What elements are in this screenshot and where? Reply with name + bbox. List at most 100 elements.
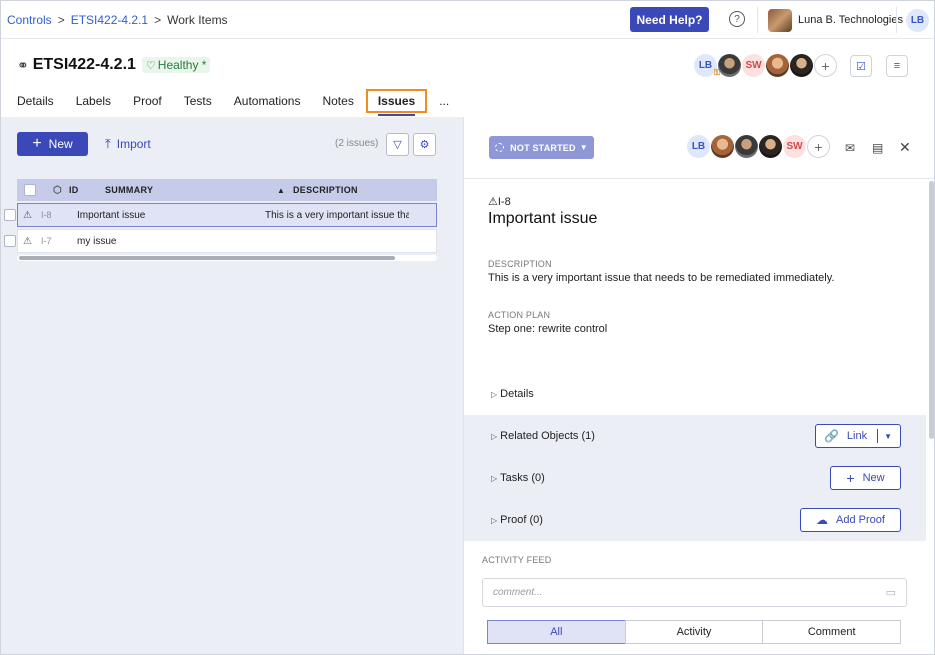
filter-comment[interactable]: Comment	[762, 620, 902, 644]
filter-activity[interactable]: Activity	[624, 620, 764, 644]
link-button[interactable]: 🔗 Link ▼	[815, 424, 901, 448]
rss-icon[interactable]: ≡	[886, 55, 908, 77]
breadcrumb-controls[interactable]: Controls	[7, 13, 52, 27]
section-label: Proof (0)	[500, 514, 543, 526]
control-assignees: LB ⚿ SW +	[694, 54, 838, 77]
divider	[877, 429, 879, 443]
status-dropdown[interactable]: NOT STARTED ▼	[489, 136, 594, 159]
issue-detail-pane: NOT STARTED ▼ LB SW + ✉ ▤ ✕ ⚠I-8 Importa…	[464, 117, 934, 654]
details-section[interactable]: ▷ Details	[464, 373, 926, 415]
tab-proof[interactable]: Proof	[133, 94, 162, 108]
proof-section[interactable]: ▷ Proof (0) ☁ Add Proof	[464, 499, 926, 541]
question-icon[interactable]: ?	[729, 11, 745, 27]
tab-bar: Details Labels Proof Tests Automations N…	[17, 89, 471, 116]
comment-placeholder: comment...	[493, 587, 543, 598]
new-issue-label: New	[48, 137, 73, 151]
import-button[interactable]: ⤒ Import	[105, 136, 151, 152]
tab-notes[interactable]: Notes	[322, 94, 353, 108]
breadcrumb-control[interactable]: ETSI422-4.2.1	[71, 13, 148, 27]
user-avatar[interactable]: LB	[906, 9, 929, 32]
tab-more[interactable]: ...	[439, 94, 449, 108]
section-label: Tasks (0)	[500, 472, 545, 484]
filter-all[interactable]: All	[487, 620, 626, 644]
column-header-id[interactable]: ID	[69, 185, 79, 195]
cloud-upload-icon: ☁	[816, 513, 829, 527]
calendar-check-icon[interactable]: ☑	[850, 55, 872, 77]
status-label: NOT STARTED	[510, 142, 576, 153]
chevron-right-icon: ▷	[491, 431, 498, 441]
org-name[interactable]: Luna B. Technologies	[798, 14, 903, 26]
comment-input[interactable]: comment... ▭	[482, 578, 907, 607]
avatar[interactable]	[790, 54, 813, 77]
chevron-down-icon[interactable]: ▼	[884, 432, 892, 441]
table-row[interactable]: ⚠ I-8 Important issue This is a very imp…	[4, 203, 437, 227]
tab-issues[interactable]: Issues	[365, 89, 428, 116]
activity-filter: All Activity Comment	[487, 620, 902, 644]
avatar[interactable]: LB ⚿	[694, 54, 720, 77]
select-all-checkbox[interactable]	[24, 184, 36, 196]
avatar[interactable]: SW	[742, 54, 765, 77]
column-header-summary[interactable]: SUMMARY	[105, 185, 153, 195]
table-header: ⬡ ID SUMMARY ▲ DESCRIPTION	[17, 179, 437, 201]
issue-assignees: LB SW +	[687, 135, 831, 158]
row-description: This is a very important issue that	[265, 209, 409, 221]
comment-icon[interactable]: ✉	[845, 141, 855, 155]
horizontal-scrollbar[interactable]	[17, 255, 437, 261]
tasks-section[interactable]: ▷ Tasks (0) + New	[464, 457, 926, 499]
link-icon: 🔗	[823, 429, 839, 443]
avatar[interactable]	[759, 135, 782, 158]
org-avatar[interactable]	[768, 9, 792, 32]
sort-asc-icon[interactable]: ▲	[277, 186, 285, 195]
action-plan-value[interactable]: Step one: rewrite control	[488, 323, 607, 335]
new-issue-button[interactable]: + New	[17, 132, 88, 156]
plus-icon: +	[846, 470, 855, 486]
need-help-button[interactable]: Need Help?	[630, 7, 709, 32]
avatar[interactable]: SW	[783, 135, 806, 158]
row-checkbox[interactable]	[4, 235, 16, 247]
health-badge: ♡ Healthy *	[141, 57, 211, 73]
tab-labels[interactable]: Labels	[76, 94, 111, 108]
add-assignee-button[interactable]: +	[814, 54, 837, 77]
avatar[interactable]	[766, 54, 789, 77]
divider	[464, 178, 934, 179]
avatar[interactable]	[718, 54, 741, 77]
avatar[interactable]	[735, 135, 758, 158]
vertical-scrollbar[interactable]	[929, 181, 934, 439]
avatar[interactable]: LB	[687, 135, 710, 158]
warning-icon: ⚠	[23, 209, 32, 221]
row-id: I-7	[41, 236, 52, 246]
table-row[interactable]: ⚠ I-7 my issue	[4, 229, 437, 253]
row-id: I-8	[41, 210, 52, 220]
control-icon: ⚭	[17, 56, 29, 73]
chevron-down-icon: ▼	[579, 143, 588, 152]
filter-icon[interactable]: ▽	[386, 133, 409, 156]
breadcrumb-separator: >	[57, 12, 65, 27]
related-objects-section[interactable]: ▷ Related Objects (1) 🔗 Link ▼	[464, 415, 926, 457]
scrollbar-thumb[interactable]	[19, 256, 395, 260]
issue-id-value: I-8	[497, 196, 511, 208]
health-label: Healthy *	[157, 58, 207, 72]
add-proof-button[interactable]: ☁ Add Proof	[800, 508, 901, 532]
tab-details[interactable]: Details	[17, 94, 54, 108]
row-checkbox[interactable]	[4, 209, 16, 221]
issue-title[interactable]: Important issue	[488, 210, 597, 228]
top-bar: Controls > ETSI422-4.2.1 > Work Items Ne…	[1, 1, 934, 39]
warning-icon: ⚠	[488, 196, 498, 208]
description-value[interactable]: This is a very important issue that need…	[488, 272, 834, 284]
divider	[896, 7, 897, 33]
issues-table: ⬡ ID SUMMARY ▲ DESCRIPTION ⚠ I-8 Importa…	[4, 179, 437, 253]
close-icon[interactable]: ✕	[899, 139, 911, 156]
add-assignee-button[interactable]: +	[807, 135, 830, 158]
gear-icon[interactable]: ⚙	[413, 133, 436, 156]
tab-tests[interactable]: Tests	[184, 94, 212, 108]
new-task-button[interactable]: + New	[830, 466, 901, 490]
avatar[interactable]	[711, 135, 734, 158]
app-frame: Controls > ETSI422-4.2.1 > Work Items Ne…	[0, 0, 935, 655]
column-header-description[interactable]: DESCRIPTION	[293, 185, 437, 195]
archive-icon[interactable]: ▤	[872, 141, 883, 155]
tab-automations[interactable]: Automations	[234, 94, 301, 108]
warning-icon: ⚠	[23, 235, 32, 247]
issue-id: ⚠I-8	[488, 195, 511, 208]
heart-pulse-icon: ♡	[145, 59, 156, 72]
chevron-right-icon: ▷	[491, 473, 498, 483]
